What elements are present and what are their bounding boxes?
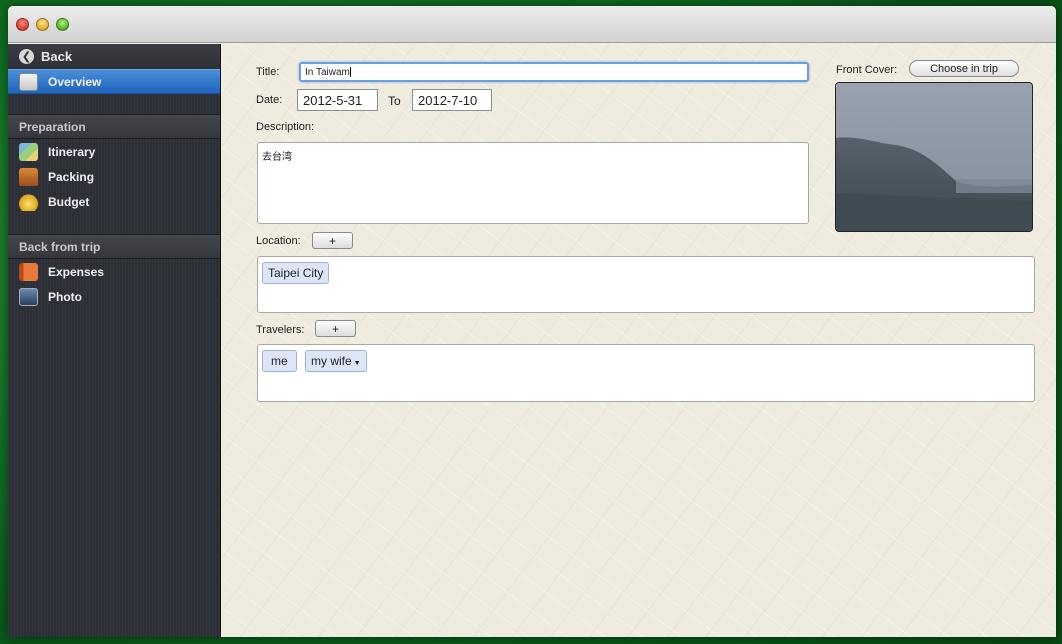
text-cursor [349, 67, 351, 78]
sidebar-item-expenses[interactable]: Expenses [8, 259, 220, 284]
sidebar: ❮ Back Overview Preparation Itinerary Pa… [8, 44, 221, 637]
title-bar [8, 6, 1056, 43]
sidebar-item-label: Packing [48, 169, 95, 184]
location-token[interactable]: Taipei City [262, 262, 330, 284]
description-textarea[interactable]: 去台湾 [257, 142, 809, 224]
sidebar-item-label: Expenses [48, 264, 105, 279]
back-label: Back [41, 49, 73, 64]
overview-icon [19, 72, 38, 91]
cover-photo [836, 83, 1032, 231]
sidebar-item-label: Photo [48, 289, 82, 304]
close-button[interactable] [16, 18, 29, 31]
description-value: 去台湾 [262, 152, 292, 163]
section-header-back-from-trip: Back from trip [8, 234, 220, 259]
location-token-field[interactable]: Taipei City [257, 256, 1035, 313]
minimize-button[interactable] [36, 18, 49, 31]
map-icon [19, 142, 38, 161]
front-cover-image[interactable] [835, 82, 1033, 232]
sidebar-item-label: Budget [48, 194, 90, 209]
sidebar-item-itinerary[interactable]: Itinerary [8, 139, 220, 164]
traveler-token-menu[interactable]: my wife ▼ [305, 350, 367, 372]
traveler-token[interactable]: me [262, 350, 297, 372]
coin-icon [19, 192, 38, 211]
travelers-label: Travelers: [256, 324, 305, 336]
date-label: Date: [256, 94, 283, 106]
title-input[interactable]: In Taiwam [299, 62, 809, 82]
description-label: Description: [256, 121, 315, 133]
add-location-button[interactable]: + [312, 232, 353, 249]
start-date-field[interactable]: 2012-5-31 [297, 89, 378, 111]
front-cover-label: Front Cover: [836, 64, 898, 76]
to-label: To [388, 94, 401, 108]
chevron-down-icon: ▼ [353, 359, 361, 367]
sidebar-item-budget[interactable]: Budget [8, 189, 220, 214]
choose-in-trip-button[interactable]: Choose in trip [909, 60, 1019, 77]
sidebar-item-packing[interactable]: Packing [8, 164, 220, 189]
location-label: Location: [256, 235, 301, 247]
app-window: ❮ Back Overview Preparation Itinerary Pa… [8, 6, 1056, 637]
title-label: Title: [256, 66, 280, 78]
add-traveler-button[interactable]: + [315, 320, 356, 337]
travelers-token-field[interactable]: me my wife ▼ [257, 344, 1035, 402]
back-button[interactable]: ❮ Back [8, 44, 220, 69]
sidebar-item-overview[interactable]: Overview [8, 69, 220, 94]
overview-panel: Title: In Taiwam Date: 2012-5-31 To 2012… [222, 44, 1056, 637]
back-arrow-icon: ❮ [19, 49, 34, 64]
traveler-token-label: my wife [311, 354, 352, 368]
section-header-preparation: Preparation [8, 114, 220, 139]
zoom-button[interactable] [56, 18, 69, 31]
sidebar-item-label: Itinerary [48, 144, 96, 159]
end-date-field[interactable]: 2012-7-10 [412, 89, 492, 111]
suitcase-icon [19, 167, 38, 186]
sidebar-item-photo[interactable]: Photo [8, 284, 220, 309]
photo-icon [19, 287, 38, 306]
book-icon [19, 262, 38, 281]
title-value: In Taiwam [305, 67, 350, 78]
sidebar-item-label: Overview [48, 74, 102, 89]
